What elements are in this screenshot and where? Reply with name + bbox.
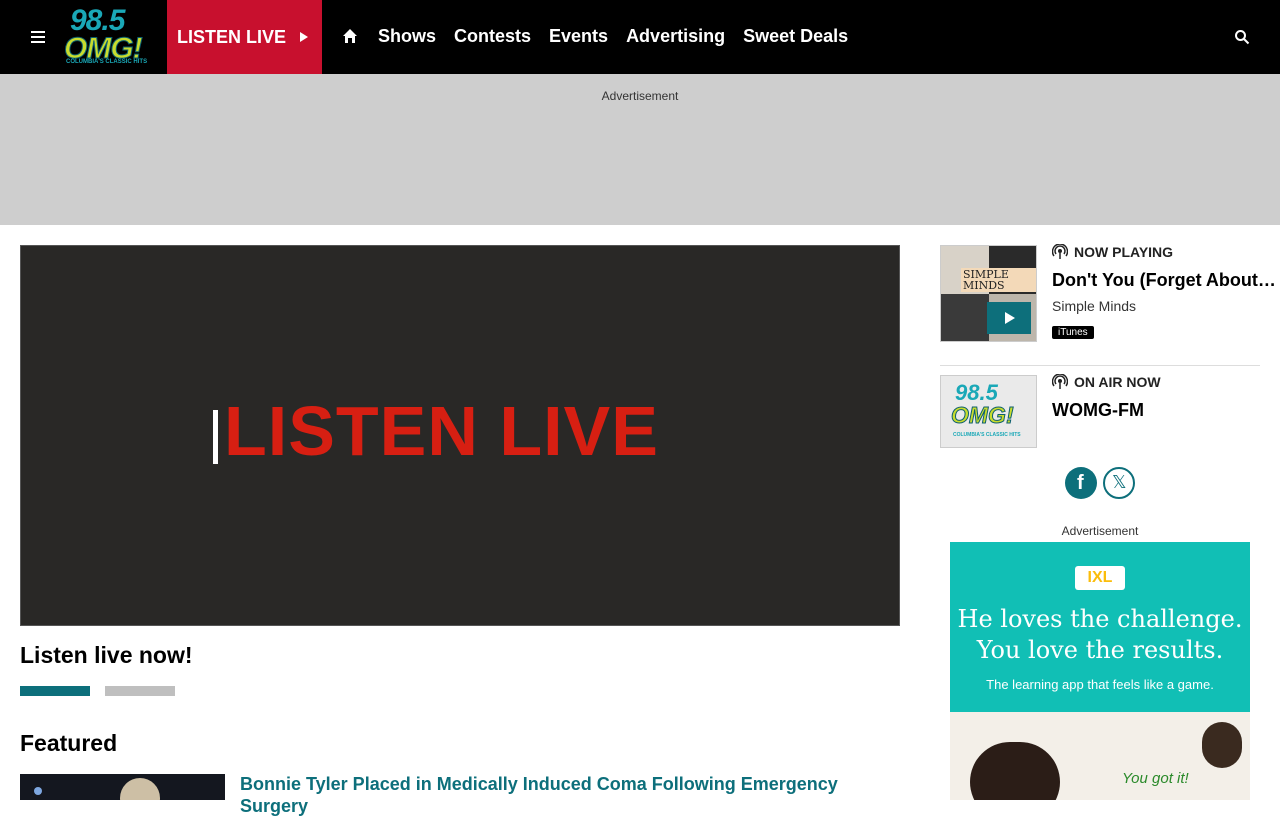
on-air-logo[interactable]: 98.5 OMG! COLUMBIA'S CLASSIC HITS xyxy=(940,375,1037,448)
thumbnail-light xyxy=(34,787,42,795)
facebook-glyph: f xyxy=(1077,472,1084,494)
menu-icon[interactable] xyxy=(28,28,48,46)
station-logo[interactable]: 98.5 OMG! COLUMBIA'S CLASSIC HITS xyxy=(64,4,156,68)
ad-label: Advertisement xyxy=(601,89,679,103)
featured-heading: Featured xyxy=(20,730,118,756)
x-glyph: 𝕏 xyxy=(1112,472,1127,492)
facebook-icon[interactable]: f xyxy=(1065,467,1097,499)
ad-photo-child xyxy=(970,742,1060,800)
page-title: Listen live now! xyxy=(20,642,193,668)
thumbnail-figure xyxy=(120,778,160,800)
featured-thumbnail[interactable] xyxy=(20,774,225,800)
divider xyxy=(940,365,1260,366)
now-playing-label: NOW PLAYING xyxy=(1052,244,1173,260)
x-twitter-icon[interactable]: 𝕏 xyxy=(1103,467,1135,499)
song-title[interactable]: Don't You (Forget About Me) xyxy=(1052,270,1278,291)
nav-contests[interactable]: Contests xyxy=(454,26,531,47)
play-icon xyxy=(300,32,309,42)
on-air-logo-tagline: COLUMBIA'S CLASSIC HITS xyxy=(953,432,1021,438)
nav-shows[interactable]: Shows xyxy=(378,26,436,47)
ad-photo: You got it! xyxy=(950,712,1250,800)
nav-sweet-deals[interactable]: Sweet Deals xyxy=(743,26,848,47)
top-ad-slot[interactable]: Advertisement xyxy=(0,74,1280,225)
on-air-station[interactable]: WOMG-FM xyxy=(1052,400,1144,421)
album-art-logo: SIMPLE MINDS xyxy=(961,268,1036,292)
logo-tagline: COLUMBIA'S CLASSIC HITS xyxy=(66,59,148,65)
on-air-logo-brand: OMG! xyxy=(951,402,1015,429)
ad-headline: He loves the challenge. You love the res… xyxy=(950,604,1250,666)
play-button[interactable] xyxy=(987,302,1031,334)
itunes-button[interactable]: iTunes xyxy=(1052,326,1094,339)
main-nav: Shows Contests Events Advertising Sweet … xyxy=(378,26,848,47)
sidebar-ad-label: Advertisement xyxy=(1061,524,1139,538)
listen-live-button[interactable]: LISTEN LIVE xyxy=(167,0,322,74)
ad-tagline: The learning app that feels like a game. xyxy=(986,677,1214,692)
ad-photo-parent xyxy=(1202,722,1242,768)
now-playing-album-art[interactable]: SIMPLE MINDS xyxy=(940,245,1037,342)
broadcast-icon xyxy=(1052,374,1068,389)
top-nav-bar: 98.5 OMG! COLUMBIA'S CLASSIC HITS LISTEN… xyxy=(0,0,1280,74)
home-icon[interactable] xyxy=(342,28,358,44)
player-title: LISTEN LIVE xyxy=(224,392,659,470)
ixl-logo: IXL xyxy=(1075,566,1125,590)
carousel-indicator[interactable] xyxy=(105,686,175,696)
listen-live-label: LISTEN LIVE xyxy=(177,26,287,47)
play-icon xyxy=(1005,312,1015,324)
ad-headline-line2: You love the results. xyxy=(976,636,1224,664)
live-stream-player[interactable]: LISTEN LIVE xyxy=(20,245,900,626)
now-playing-text: NOW PLAYING xyxy=(1074,244,1174,260)
on-air-label: ON AIR NOW xyxy=(1052,374,1161,390)
ad-headline-line1: He loves the challenge. xyxy=(957,605,1243,633)
nav-events[interactable]: Events xyxy=(549,26,608,47)
sidebar-ad[interactable]: IXL He loves the challenge. You love the… xyxy=(950,542,1250,800)
featured-article-link[interactable]: Bonnie Tyler Placed in Medically Induced… xyxy=(240,773,860,817)
song-artist: Simple Minds xyxy=(1052,298,1137,314)
search-icon[interactable] xyxy=(1234,29,1250,45)
text-cursor xyxy=(213,410,218,464)
nav-advertising[interactable]: Advertising xyxy=(626,26,725,47)
on-air-text: ON AIR NOW xyxy=(1074,374,1161,390)
album-art-tile xyxy=(941,294,989,341)
carousel-indicator-active[interactable] xyxy=(20,686,90,696)
ad-callout: You got it! xyxy=(1122,770,1189,787)
broadcast-icon xyxy=(1052,244,1068,259)
